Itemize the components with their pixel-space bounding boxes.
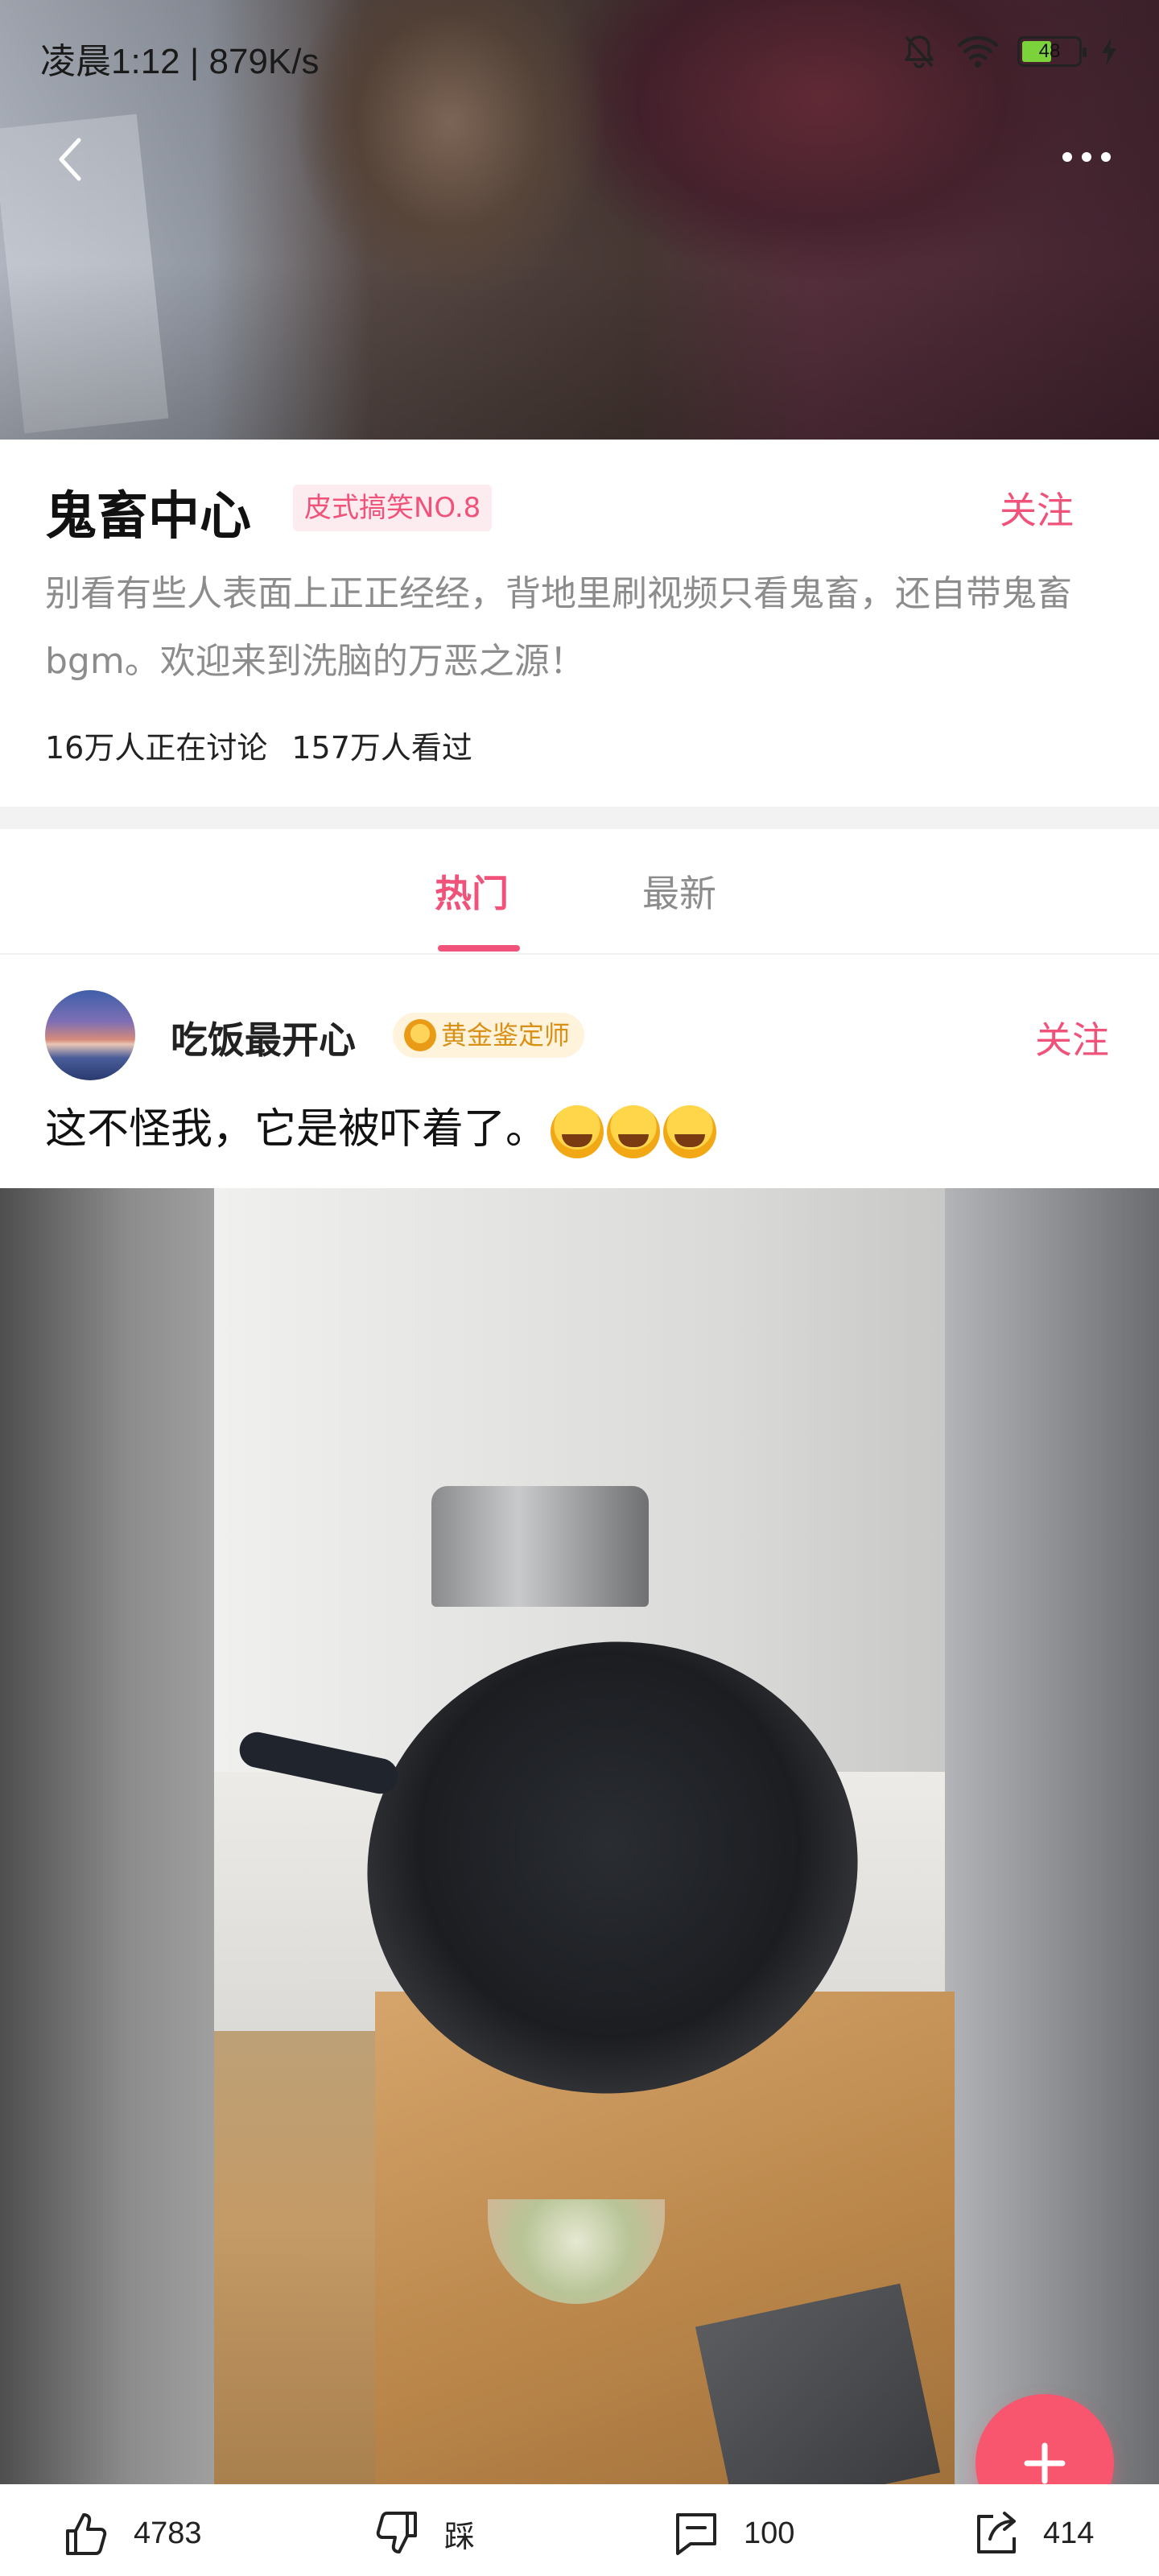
post-text-content: 这不怪我，它是被吓着了。 bbox=[45, 1105, 548, 1154]
more-button[interactable] bbox=[1046, 145, 1111, 169]
follow-user-button[interactable]: 关注 bbox=[1035, 1011, 1109, 1064]
tab-hot[interactable]: 热门 bbox=[435, 865, 509, 918]
comment-icon bbox=[676, 2513, 716, 2555]
follow-topic-button[interactable]: 关注 bbox=[1000, 481, 1074, 535]
comment-count: 100 bbox=[744, 2516, 795, 2550]
user-medal-badge[interactable]: 黄金鉴定师 bbox=[393, 1013, 585, 1058]
comment-button[interactable]: 100 bbox=[670, 2505, 794, 2562]
video-blur-right bbox=[945, 1188, 1159, 2484]
status-icons: 48 bbox=[900, 32, 1119, 71]
topic-stats: 16万人正在讨论 157万人看过 bbox=[45, 723, 472, 767]
back-button[interactable] bbox=[48, 129, 97, 193]
share-button[interactable]: 414 bbox=[969, 2505, 1094, 2562]
post-username[interactable]: 吃饭最开心 bbox=[171, 1011, 356, 1064]
battery-level: 48 bbox=[1038, 40, 1061, 62]
plus-icon bbox=[1024, 2442, 1066, 2484]
status-bar: 凌晨1:12 | 879K/s 48 bbox=[0, 0, 1159, 105]
steamer-pot-graphic bbox=[431, 1486, 649, 1608]
wifi-icon bbox=[957, 35, 999, 68]
topic-description: 别看有些人表面上正正经经，背地里刷视频只看鬼畜，还自带鬼畜bgm。欢迎来到洗脑的… bbox=[45, 573, 1072, 682]
share-icon bbox=[977, 2512, 1016, 2553]
topic-banner-image: 凌晨1:12 | 879K/s 48 bbox=[0, 0, 1159, 440]
laugh-cry-emoji-icon bbox=[663, 1105, 717, 1158]
stat-discussing: 16万人正在讨论 bbox=[45, 730, 268, 766]
laugh-cry-emoji-icon bbox=[551, 1105, 604, 1158]
charging-bolt-icon bbox=[1102, 37, 1116, 66]
dislike-button[interactable]: 踩 bbox=[370, 2505, 475, 2562]
mute-bell-icon bbox=[905, 35, 934, 68]
video-blur-left bbox=[0, 1188, 214, 2484]
topic-rank-badge[interactable]: 皮式搞笑NO.8 bbox=[293, 485, 493, 531]
medal-icon bbox=[404, 1019, 436, 1051]
video-frame bbox=[214, 1188, 955, 2484]
avatar[interactable] bbox=[45, 990, 135, 1080]
more-dots-icon bbox=[1062, 152, 1072, 162]
feed-tabs: 热门 最新 bbox=[0, 829, 1159, 955]
like-count: 4783 bbox=[134, 2516, 202, 2550]
share-count: 414 bbox=[1043, 2516, 1095, 2550]
thumbs-down-icon bbox=[376, 2512, 417, 2553]
laugh-cry-emoji-icon bbox=[607, 1105, 661, 1158]
dislike-label: 踩 bbox=[444, 2520, 476, 2554]
post-action-bar: 4783 踩 100 414 bbox=[0, 2484, 1159, 2576]
tab-latest[interactable]: 最新 bbox=[642, 865, 716, 918]
post-video[interactable] bbox=[0, 1188, 1159, 2484]
post-header: 吃饭最开心 黄金鉴定师 关注 这不怪我，它是被吓着了。 bbox=[0, 956, 1159, 1190]
stat-viewed: 157万人看过 bbox=[291, 730, 472, 766]
chevron-left-icon bbox=[59, 138, 81, 181]
status-time: 凌晨1:12 | 879K/s bbox=[40, 42, 320, 81]
topic-title: 鬼畜中心 bbox=[45, 487, 251, 547]
like-button[interactable]: 4783 bbox=[60, 2505, 202, 2562]
active-tab-indicator bbox=[438, 945, 520, 952]
topic-info-card: 鬼畜中心 皮式搞笑NO.8 关注 别看有些人表面上正正经经，背地里刷视频只看鬼畜… bbox=[0, 440, 1159, 807]
thumbs-up-icon bbox=[66, 2513, 107, 2555]
section-divider bbox=[0, 807, 1159, 829]
post-text: 这不怪我，它是被吓着了。 bbox=[45, 1095, 717, 1158]
battery-icon: 48 bbox=[1017, 36, 1087, 67]
medal-label: 黄金鉴定师 bbox=[441, 1020, 571, 1051]
